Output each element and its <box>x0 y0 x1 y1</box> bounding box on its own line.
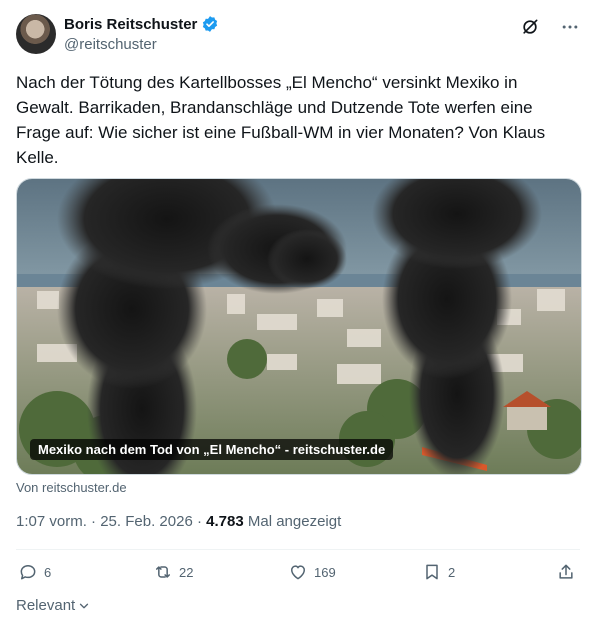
link-source[interactable]: Von reitschuster.de <box>16 480 127 495</box>
tweet-media[interactable]: Mexiko nach dem Tod von „El Mencho“ - re… <box>16 178 582 475</box>
view-count: 4.783 <box>206 513 244 530</box>
repost-button[interactable]: 22 <box>153 562 193 582</box>
reply-sort-dropdown[interactable]: Relevant <box>16 597 91 614</box>
divider <box>16 549 580 550</box>
tweet-time[interactable]: 1:07 vorm. <box>16 513 87 530</box>
tweet-meta: 1:07 vorm. · 25. Feb. 2026 · 4.783 Mal a… <box>16 513 341 530</box>
heart-icon <box>291 565 305 580</box>
verified-badge-icon <box>203 16 218 32</box>
author-name-text[interactable]: Boris Reitschuster <box>64 16 197 33</box>
like-count: 169 <box>314 564 336 580</box>
like-button[interactable]: 169 <box>288 562 336 582</box>
view-count-label: Mal angezeigt <box>247 513 342 530</box>
tweet-text: Nach der Tötung des Kartellbosses „El Me… <box>16 73 546 167</box>
action-bar: 6 22 169 2 <box>16 562 580 586</box>
bookmark-icon <box>426 564 438 580</box>
tweet-date[interactable]: 25. Feb. 2026 <box>100 513 193 530</box>
meta-separator: · <box>91 513 97 530</box>
grok-icon[interactable] <box>520 17 540 37</box>
author-name[interactable]: Boris Reitschuster <box>64 15 219 33</box>
author-handle[interactable]: @reitschuster <box>64 36 157 53</box>
avatar[interactable] <box>16 14 56 54</box>
repost-count: 22 <box>179 564 194 580</box>
media-caption: Mexiko nach dem Tod von „El Mencho“ - re… <box>30 439 394 460</box>
reply-count: 6 <box>44 564 52 580</box>
media-image <box>17 179 581 474</box>
reply-button[interactable]: 6 <box>18 562 51 582</box>
reply-icon <box>20 565 36 580</box>
chevron-down-icon <box>80 603 89 608</box>
bookmark-button[interactable]: 2 <box>422 562 455 582</box>
meta-separator: · <box>196 513 202 530</box>
bookmark-count: 2 <box>448 564 456 580</box>
more-icon[interactable] <box>560 17 580 37</box>
repost-icon <box>156 566 170 578</box>
tweet-header-actions <box>520 17 580 37</box>
share-button[interactable] <box>556 562 576 582</box>
share-icon <box>559 564 573 579</box>
reply-sort-label: Relevant <box>16 597 76 614</box>
